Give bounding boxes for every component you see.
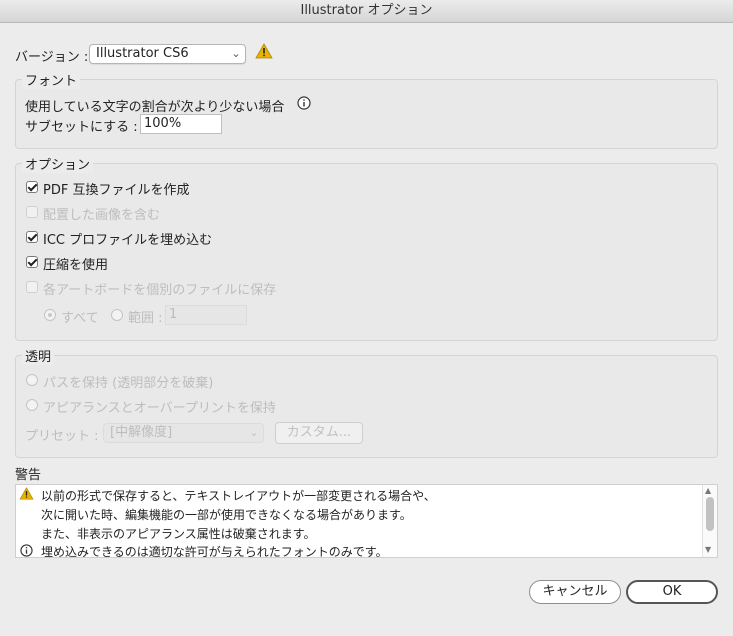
warning-line: また、非表示のアピアランス属性は破棄されます。	[41, 527, 316, 541]
preserve-appearance-label: アピアランスとオーバープリントを保持	[43, 401, 276, 416]
chevron-down-icon: ⌄	[249, 426, 259, 439]
embed-icc-label: ICC プロファイルを埋め込む	[43, 233, 213, 248]
use-compression-checkbox[interactable]	[26, 256, 38, 268]
include-images-label: 配置した画像を含む	[43, 208, 161, 223]
scroll-thumb[interactable]	[706, 497, 714, 531]
embed-icc-checkbox[interactable]	[26, 231, 38, 243]
custom-button[interactable]: カスタム...	[275, 422, 363, 444]
warning-line: 埋め込みできるのは適切な許可が与えられたフォントのみです。	[41, 545, 388, 558]
range-label: 範囲 :	[128, 311, 163, 326]
all-artboards-label: すべて	[61, 311, 99, 326]
warnings-legend: 警告	[15, 468, 42, 483]
preserve-appearance-radio[interactable]	[26, 399, 38, 411]
warning-icon	[255, 43, 273, 63]
preserve-paths-radio[interactable]	[26, 374, 38, 386]
range-field[interactable]: 1	[165, 305, 247, 325]
range-radio[interactable]	[111, 309, 123, 321]
save-artboards-label: 各アートボードを個別のファイルに保存	[43, 283, 277, 298]
pdf-compatible-checkbox[interactable]	[26, 181, 38, 193]
preset-label: プリセット :	[25, 429, 99, 444]
include-images-checkbox[interactable]	[26, 206, 38, 218]
options-legend: オプション	[22, 154, 94, 173]
chevron-down-icon: ⌄	[231, 47, 241, 60]
warning-line: 以前の形式で保存すると、テキストレイアウトが一部変更される場合や、	[41, 489, 436, 503]
transparency-legend: 透明	[22, 346, 55, 365]
font-legend: フォント	[22, 70, 81, 89]
version-select-value: Illustrator CS6	[96, 46, 189, 61]
pdf-compatible-label: PDF 互換ファイルを作成	[43, 183, 190, 198]
warnings-box: 以前の形式で保存すると、テキストレイアウトが一部変更される場合や、 次に開いた時…	[15, 484, 718, 558]
cancel-button[interactable]: キャンセル	[529, 580, 621, 604]
preset-select[interactable]: [中解像度] ⌄	[103, 423, 264, 443]
preserve-paths-label: パスを保持 (透明部分を破棄)	[43, 376, 214, 391]
version-label: バージョン :	[15, 50, 89, 65]
warning-line: 次に開いた時、編集機能の一部が使用できなくなる場合があります。	[41, 508, 412, 522]
warning-icon	[19, 487, 34, 504]
ok-button[interactable]: OK	[626, 580, 718, 604]
font-subset-description: 使用している文字の割合が次より少ない場合	[25, 100, 285, 115]
scroll-down-arrow-icon[interactable]: ▼	[705, 545, 711, 554]
all-artboards-radio[interactable]	[44, 309, 56, 321]
preset-select-value: [中解像度]	[110, 425, 173, 440]
info-icon[interactable]	[297, 96, 311, 114]
subset-percent-field[interactable]: 100%	[140, 114, 222, 134]
save-artboards-checkbox[interactable]	[26, 281, 38, 293]
info-icon	[20, 544, 33, 557]
subset-label: サブセットにする :	[25, 120, 138, 135]
window-title: Illustrator オプション	[0, 0, 733, 23]
version-select[interactable]: Illustrator CS6 ⌄	[89, 44, 246, 64]
use-compression-label: 圧縮を使用	[43, 258, 109, 273]
warnings-scrollbar[interactable]: ▲ ▼	[702, 485, 717, 557]
scroll-up-arrow-icon[interactable]: ▲	[705, 486, 711, 495]
